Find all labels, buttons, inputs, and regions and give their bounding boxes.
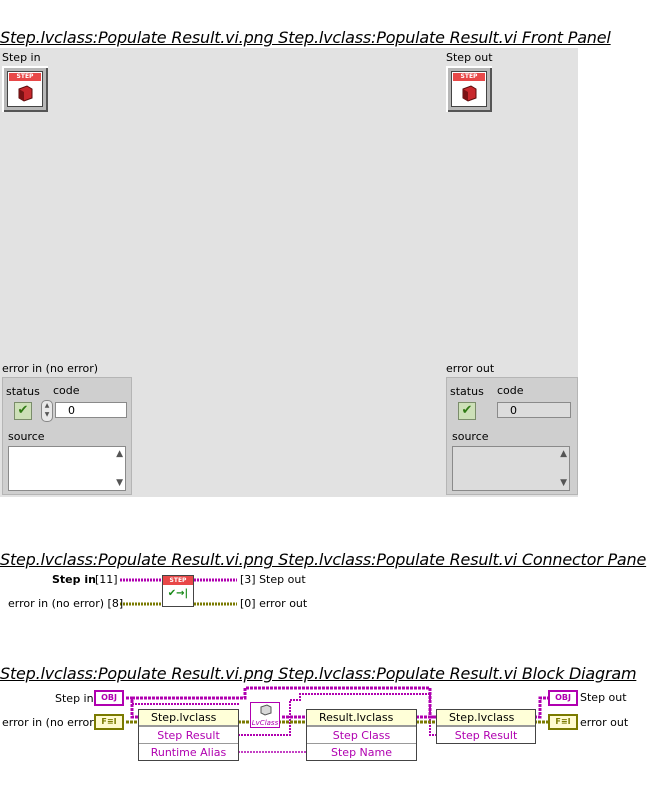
step-in-control[interactable]: STEP bbox=[2, 66, 48, 112]
scroll-down-icon[interactable]: ▼ bbox=[116, 478, 123, 488]
class-cube-icon bbox=[260, 704, 272, 716]
node-header: Step.lvclass bbox=[437, 710, 535, 726]
step-out-terminal[interactable]: OBJ bbox=[548, 690, 578, 706]
error-in-terminal[interactable]: F≡I bbox=[94, 714, 124, 730]
status-checkmark[interactable]: ✔ bbox=[14, 402, 32, 420]
class-constant[interactable]: LvClass bbox=[250, 702, 280, 728]
node-row-step-result: Step Result bbox=[139, 726, 238, 743]
error-out-terminal[interactable]: F≡I bbox=[548, 714, 578, 730]
source-label: source bbox=[8, 430, 45, 443]
connector-pane-title: Step.lvclass:Populate Result.vi.png Step… bbox=[0, 550, 647, 569]
source-label: source bbox=[452, 430, 489, 443]
vi-icon-banner: STEP bbox=[163, 576, 193, 585]
status-checkmark: ✔ bbox=[458, 402, 476, 420]
bd-step-out-label: Step out bbox=[580, 691, 627, 704]
cp-step-out-label: [3] Step out bbox=[240, 573, 306, 586]
scroll-down-icon[interactable]: ▼ bbox=[560, 478, 567, 488]
cp-step-in-label: Step in bbox=[52, 573, 96, 586]
step-out-label: Step out bbox=[446, 51, 493, 64]
step-bundle-node[interactable]: Step.lvclass Step Result bbox=[436, 709, 536, 744]
code-label: code bbox=[497, 384, 524, 397]
cube-icon bbox=[462, 85, 477, 102]
error-out-label: error out bbox=[446, 362, 495, 375]
step-in-terminal[interactable]: OBJ bbox=[94, 690, 124, 706]
populate-icon: ✔→| bbox=[167, 588, 189, 599]
cp-error-in-label: error in (no error) [8] bbox=[8, 597, 124, 610]
status-label: status bbox=[450, 385, 484, 398]
code-indicator: 0 bbox=[497, 402, 571, 418]
cp-step-in-index: [11] bbox=[95, 573, 118, 586]
node-row-step-result: Step Result bbox=[437, 726, 535, 743]
cube-icon bbox=[18, 85, 33, 102]
vi-icon: STEP ✔→| bbox=[162, 575, 194, 607]
error-out-cluster: status code ✔ 0 source ▲ ▼ bbox=[446, 377, 578, 495]
code-input[interactable]: 0 bbox=[55, 402, 127, 418]
step-icon-banner: STEP bbox=[453, 73, 485, 81]
status-label: status bbox=[6, 385, 40, 398]
node-header: Step.lvclass bbox=[139, 710, 238, 726]
node-row-step-class: Step Class bbox=[307, 726, 416, 743]
cp-error-out-label: [0] error out bbox=[240, 597, 308, 610]
code-label: code bbox=[53, 384, 80, 397]
step-icon-banner: STEP bbox=[9, 73, 41, 81]
node-header: Result.lvclass bbox=[307, 710, 416, 726]
error-in-label: error in (no error) bbox=[2, 362, 99, 375]
scroll-up-icon[interactable]: ▲ bbox=[560, 449, 567, 459]
node-row-runtime-alias: Runtime Alias bbox=[139, 743, 238, 760]
code-increment-arrows[interactable]: ▲ ▼ bbox=[41, 400, 53, 422]
error-in-cluster: status code ✔ ▲ ▼ 0 source ▲ ▼ bbox=[2, 377, 132, 495]
step-in-label: Step in bbox=[2, 51, 41, 64]
source-indicator: ▲ ▼ bbox=[452, 446, 570, 491]
front-panel-title: Step.lvclass:Populate Result.vi.png Step… bbox=[0, 28, 611, 47]
step-out-indicator: STEP bbox=[446, 66, 492, 112]
bd-error-in-label: error in (no error) bbox=[2, 716, 99, 729]
node-row-step-name: Step Name bbox=[307, 743, 416, 760]
result-bundle-node[interactable]: Result.lvclass Step Class Step Name bbox=[306, 709, 417, 761]
step-unbundle-node[interactable]: Step.lvclass Step Result Runtime Alias bbox=[138, 709, 239, 761]
source-input[interactable]: ▲ ▼ bbox=[8, 446, 126, 491]
class-constant-label: LvClass bbox=[251, 719, 279, 727]
scroll-up-icon[interactable]: ▲ bbox=[116, 449, 123, 459]
bd-error-out-label: error out bbox=[580, 716, 629, 729]
bd-step-in-label: Step in bbox=[55, 692, 94, 705]
